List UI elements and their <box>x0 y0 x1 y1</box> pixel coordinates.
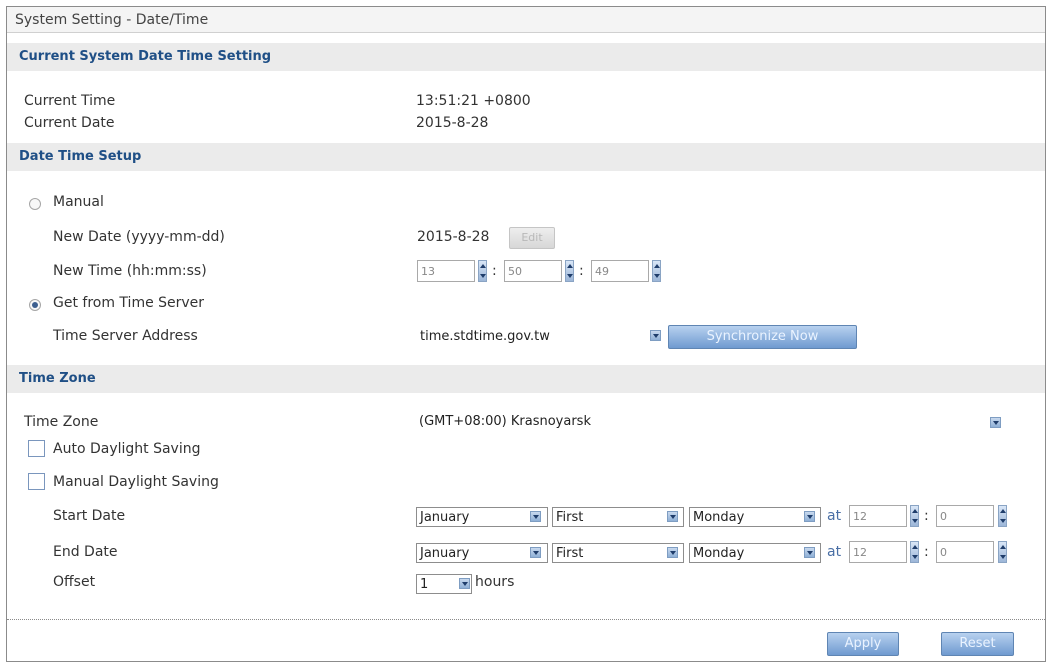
new-date-label: New Date (yyyy-mm-dd) <box>53 229 225 245</box>
hour-spinner-icon[interactable] <box>478 260 487 282</box>
start-day-select[interactable]: Monday <box>689 507 821 527</box>
hour-input[interactable]: 13 <box>417 260 475 282</box>
end-day-select[interactable]: Monday <box>689 543 821 563</box>
offset-dropdown-icon[interactable] <box>459 578 470 589</box>
start-colon: : <box>924 508 929 524</box>
start-day-dropdown-icon[interactable] <box>804 511 815 522</box>
new-date-value: 2015-8-28 <box>417 229 490 245</box>
window-title: System Setting - Date/Time <box>7 7 1045 33</box>
edit-date-button[interactable]: Edit <box>509 227 555 249</box>
time-colon-2: : <box>579 263 584 279</box>
end-minute-input[interactable]: 0 <box>936 541 994 563</box>
time-server-address-select[interactable]: time.stdtime.gov.tw <box>417 327 663 347</box>
time-server-address-label: Time Server Address <box>53 328 198 344</box>
manual-daylight-saving-checkbox[interactable] <box>28 473 45 490</box>
start-week-select[interactable]: First <box>552 507 684 527</box>
offset-label: Offset <box>53 574 96 590</box>
start-hour-input[interactable]: 12 <box>849 505 907 527</box>
start-week-dropdown-icon[interactable] <box>667 511 678 522</box>
end-week-select[interactable]: First <box>552 543 684 563</box>
current-time-label: Current Time <box>24 93 116 109</box>
reset-button[interactable]: Reset <box>941 632 1014 656</box>
second-spinner-icon[interactable] <box>652 260 661 282</box>
auto-daylight-saving-checkbox[interactable] <box>28 440 45 457</box>
time-zone-select[interactable]: (GMT+08:00) Krasnoyarsk <box>416 412 1006 432</box>
end-week-dropdown-icon[interactable] <box>667 547 678 558</box>
current-date-value: 2015-8-28 <box>416 115 489 131</box>
synchronize-now-button[interactable]: Synchronize Now <box>668 325 857 349</box>
minute-spinner-icon[interactable] <box>565 260 574 282</box>
footer-divider <box>7 619 1045 620</box>
time-zone-label: Time Zone <box>24 414 99 430</box>
new-time-label: New Time (hh:mm:ss) <box>53 263 207 279</box>
section-header-setup: Date Time Setup <box>7 143 1045 171</box>
minute-input[interactable]: 50 <box>504 260 562 282</box>
time-server-label: Get from Time Server <box>53 295 205 311</box>
manual-label: Manual <box>53 194 104 210</box>
end-hour-input[interactable]: 12 <box>849 541 907 563</box>
apply-button[interactable]: Apply <box>827 632 899 656</box>
date-time-panel: System Setting - Date/Time Current Syste… <box>6 6 1046 662</box>
current-time-value: 13:51:21 +0800 <box>416 93 531 109</box>
end-colon: : <box>924 544 929 560</box>
end-at-label: at <box>827 544 842 560</box>
offset-unit-label: hours <box>475 574 515 590</box>
time-server-dropdown-icon[interactable] <box>650 330 661 341</box>
end-hour-spinner-icon[interactable] <box>910 541 919 563</box>
end-date-label: End Date <box>53 544 118 560</box>
section-header-timezone: Time Zone <box>7 365 1045 393</box>
start-date-label: Start Date <box>53 508 126 524</box>
start-month-dropdown-icon[interactable] <box>530 511 541 522</box>
end-minute-spinner-icon[interactable] <box>998 541 1007 563</box>
time-colon-1: : <box>492 263 497 279</box>
manual-radio[interactable] <box>29 198 41 210</box>
time-zone-dropdown-icon[interactable] <box>990 417 1001 428</box>
end-day-dropdown-icon[interactable] <box>804 547 815 558</box>
second-input[interactable]: 49 <box>591 260 649 282</box>
start-month-select[interactable]: January <box>416 507 548 527</box>
time-server-radio[interactable] <box>29 299 41 311</box>
section-header-current: Current System Date Time Setting <box>7 43 1045 71</box>
end-month-dropdown-icon[interactable] <box>530 547 541 558</box>
auto-daylight-saving-label: Auto Daylight Saving <box>53 441 201 457</box>
start-minute-spinner-icon[interactable] <box>998 505 1007 527</box>
end-month-select[interactable]: January <box>416 543 548 563</box>
manual-daylight-saving-label: Manual Daylight Saving <box>53 474 219 490</box>
start-at-label: at <box>827 508 842 524</box>
start-hour-spinner-icon[interactable] <box>910 505 919 527</box>
current-date-label: Current Date <box>24 115 115 131</box>
start-minute-input[interactable]: 0 <box>936 505 994 527</box>
